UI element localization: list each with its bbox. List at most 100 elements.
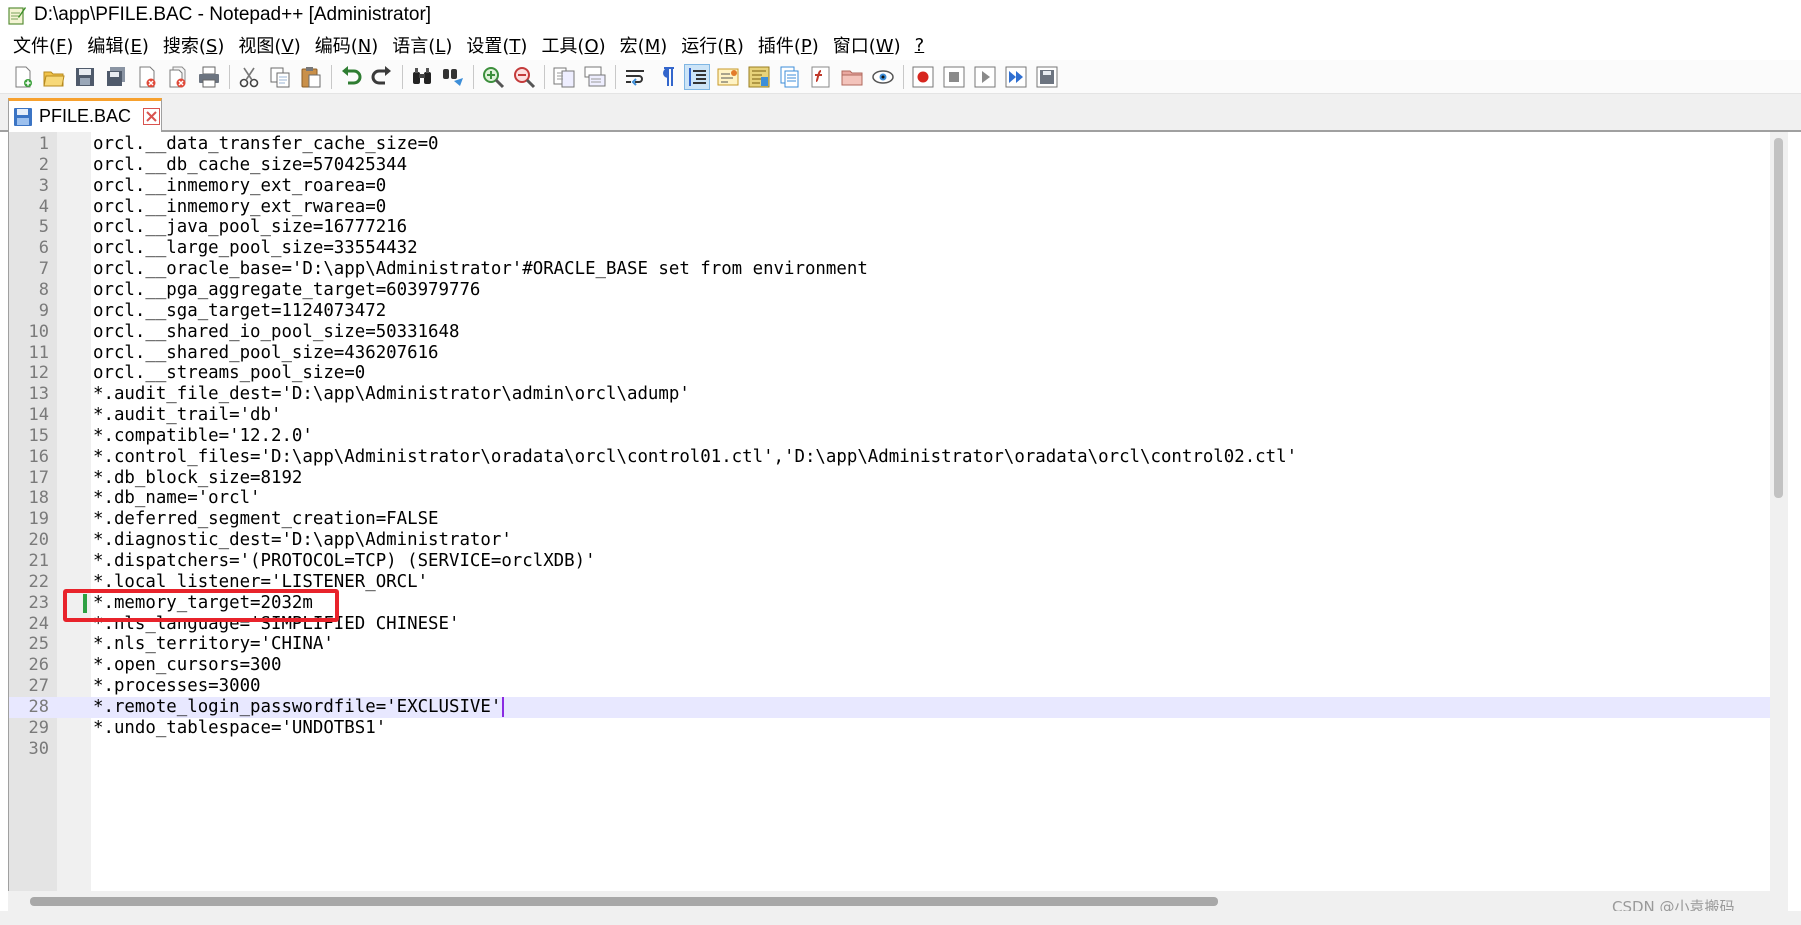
code-line-text[interactable]: *.remote_login_passwordfile='EXCLUSIVE' bbox=[93, 697, 501, 718]
menu-item-t[interactable]: 设置(T) bbox=[459, 30, 534, 60]
menu-item-s[interactable]: 搜索(S) bbox=[156, 30, 232, 60]
menu-item-v[interactable]: 视图(V) bbox=[231, 30, 307, 60]
close-all-button[interactable] bbox=[165, 64, 191, 90]
code-line[interactable]: 18 *.db_name='orcl' bbox=[9, 488, 1770, 509]
code-line[interactable]: 11 orcl.__shared_pool_size=436207616 bbox=[9, 343, 1770, 364]
menu-item-help[interactable]: ? bbox=[908, 33, 932, 58]
code-line[interactable]: 16 *.control_files='D:\app\Administrator\… bbox=[9, 447, 1770, 468]
code-line[interactable]: 14 *.audit_trail='db' bbox=[9, 405, 1770, 426]
copy-button[interactable] bbox=[267, 64, 293, 90]
save-macro-button[interactable] bbox=[1034, 64, 1060, 90]
code-line[interactable]: 7 orcl.__oracle_base='D:\app\Administrato… bbox=[9, 259, 1770, 280]
tab-pfile-bac[interactable]: PFILE.BAC bbox=[8, 98, 162, 132]
code-line-text[interactable]: *.audit_file_dest='D:\app\Administrator\… bbox=[93, 384, 690, 405]
vertical-scrollbar-thumb[interactable] bbox=[1774, 138, 1783, 498]
word-wrap-button[interactable] bbox=[622, 64, 648, 90]
code-line[interactable]: 15 *.compatible='12.2.0' bbox=[9, 426, 1770, 447]
folder-workspace-button[interactable] bbox=[839, 64, 865, 90]
horizontal-scrollbar[interactable] bbox=[8, 891, 1788, 911]
code-line-text[interactable]: *.compatible='12.2.0' bbox=[93, 426, 313, 447]
code-line-text[interactable]: orcl.__shared_pool_size=436207616 bbox=[93, 343, 439, 364]
close-button[interactable] bbox=[134, 64, 160, 90]
run-macro-multiple-button[interactable] bbox=[1003, 64, 1029, 90]
code-line[interactable]: 12 orcl.__streams_pool_size=0 bbox=[9, 363, 1770, 384]
code-line-text[interactable]: *.dispatchers='(PROTOCOL=TCP) (SERVICE=o… bbox=[93, 551, 596, 572]
menu-item-n[interactable]: 编码(N) bbox=[308, 30, 386, 60]
code-line[interactable]: 4 orcl.__inmemory_ext_rwarea=0 bbox=[9, 197, 1770, 218]
code-line-text[interactable]: orcl.__streams_pool_size=0 bbox=[93, 363, 365, 384]
code-line[interactable]: 21 *.dispatchers='(PROTOCOL=TCP) (SERVICE… bbox=[9, 551, 1770, 572]
code-line-text[interactable]: orcl.__inmemory_ext_roarea=0 bbox=[93, 176, 386, 197]
code-line[interactable]: 29 *.undo_tablespace='UNDOTBS1' bbox=[9, 718, 1770, 739]
sync-vertical-button[interactable] bbox=[551, 64, 577, 90]
code-line[interactable]: 20 *.diagnostic_dest='D:\app\Administrato… bbox=[9, 530, 1770, 551]
code-line[interactable]: 6 orcl.__large_pool_size=33554432 bbox=[9, 238, 1770, 259]
undo-button[interactable] bbox=[338, 64, 364, 90]
code-line[interactable]: 8 orcl.__pga_aggregate_target=603979776 bbox=[9, 280, 1770, 301]
code-line-text[interactable]: orcl.__pga_aggregate_target=603979776 bbox=[93, 280, 480, 301]
code-line-text[interactable]: orcl.__oracle_base='D:\app\Administrator… bbox=[93, 259, 868, 280]
menu-item-p[interactable]: 插件(P) bbox=[751, 30, 826, 60]
code-line[interactable]: 13 *.audit_file_dest='D:\app\Administrato… bbox=[9, 384, 1770, 405]
code-line[interactable]: 9 orcl.__sga_target=1124073472 bbox=[9, 301, 1770, 322]
code-line[interactable]: 10 orcl.__shared_io_pool_size=50331648 bbox=[9, 322, 1770, 343]
vertical-scrollbar[interactable] bbox=[1770, 132, 1788, 891]
code-line[interactable]: 30 bbox=[9, 739, 1770, 760]
menu-item-r[interactable]: 运行(R) bbox=[674, 30, 751, 60]
code-line-text[interactable]: *.open_cursors=300 bbox=[93, 655, 281, 676]
code-line[interactable]: 26 *.open_cursors=300 bbox=[9, 655, 1770, 676]
code-line[interactable]: 25 *.nls_territory='CHINA' bbox=[9, 634, 1770, 655]
code-line-text[interactable]: orcl.__large_pool_size=33554432 bbox=[93, 238, 418, 259]
code-line-text[interactable]: *.audit_trail='db' bbox=[93, 405, 281, 426]
code-line[interactable]: 1 orcl.__data_transfer_cache_size=0 bbox=[9, 134, 1770, 155]
code-line[interactable]: 28 *.remote_login_passwordfile='EXCLUSIVE… bbox=[9, 696, 1770, 718]
open-file-button[interactable] bbox=[41, 64, 67, 90]
code-line-text[interactable]: orcl.__db_cache_size=570425344 bbox=[93, 155, 407, 176]
menu-item-o[interactable]: 工具(O) bbox=[534, 30, 612, 60]
code-line-text[interactable]: *.db_name='orcl' bbox=[93, 488, 261, 509]
horizontal-scrollbar-thumb[interactable] bbox=[30, 897, 1218, 906]
code-line[interactable]: 17 *.db_block_size=8192 bbox=[9, 468, 1770, 489]
user-language-button[interactable] bbox=[715, 64, 741, 90]
code-line[interactable]: 3 orcl.__inmemory_ext_roarea=0 bbox=[9, 176, 1770, 197]
code-line-text[interactable]: *.processes=3000 bbox=[93, 676, 261, 697]
code-line-text[interactable]: *.diagnostic_dest='D:\app\Administrator' bbox=[93, 530, 512, 551]
zoom-out-button[interactable] bbox=[511, 64, 537, 90]
monitoring-button[interactable] bbox=[870, 64, 896, 90]
zoom-in-button[interactable] bbox=[480, 64, 506, 90]
save-button[interactable] bbox=[72, 64, 98, 90]
redo-button[interactable] bbox=[369, 64, 395, 90]
doc-list-button[interactable] bbox=[777, 64, 803, 90]
code-line-text[interactable]: orcl.__data_transfer_cache_size=0 bbox=[93, 134, 439, 155]
save-all-button[interactable] bbox=[103, 64, 129, 90]
code-line-text[interactable]: *.db_block_size=8192 bbox=[93, 468, 302, 489]
code-line-text[interactable]: orcl.__java_pool_size=16777216 bbox=[93, 217, 407, 238]
code-area[interactable]: 1 orcl.__data_transfer_cache_size=0 2 orcl.… bbox=[9, 132, 1770, 891]
code-line-text[interactable]: *.undo_tablespace='UNDOTBS1' bbox=[93, 718, 386, 739]
new-file-button[interactable] bbox=[10, 64, 36, 90]
stop-record-button[interactable] bbox=[941, 64, 967, 90]
code-line-text[interactable]: *.nls_territory='CHINA' bbox=[93, 634, 334, 655]
code-line-text[interactable]: orcl.__shared_io_pool_size=50331648 bbox=[93, 322, 459, 343]
code-line-text[interactable]: *.deferred_segment_creation=FALSE bbox=[93, 509, 439, 530]
code-line[interactable]: 19 *.deferred_segment_creation=FALSE bbox=[9, 509, 1770, 530]
cut-button[interactable] bbox=[236, 64, 262, 90]
code-line[interactable]: 27 *.processes=3000 bbox=[9, 676, 1770, 697]
editor-pane[interactable]: 1 orcl.__data_transfer_cache_size=0 2 orcl.… bbox=[8, 132, 1770, 891]
code-line-text[interactable]: *.control_files='D:\app\Administrator\or… bbox=[93, 447, 1297, 468]
indent-guide-button[interactable] bbox=[684, 63, 710, 90]
replace-button[interactable] bbox=[440, 64, 466, 90]
document-map-button[interactable] bbox=[746, 64, 772, 90]
menu-item-m[interactable]: 宏(M) bbox=[613, 30, 675, 60]
print-button[interactable] bbox=[196, 64, 222, 90]
menu-item-w[interactable]: 窗口(W) bbox=[826, 30, 908, 60]
menu-item-e[interactable]: 编辑(E) bbox=[80, 30, 155, 60]
record-macro-button[interactable] bbox=[910, 64, 936, 90]
show-all-chars-button[interactable] bbox=[653, 64, 679, 90]
menu-item-f[interactable]: 文件(F) bbox=[6, 30, 80, 60]
menu-item-l[interactable]: 语言(L) bbox=[385, 30, 459, 60]
find-button[interactable] bbox=[409, 64, 435, 90]
sync-horizontal-button[interactable] bbox=[582, 64, 608, 90]
code-line-text[interactable]: orcl.__sga_target=1124073472 bbox=[93, 301, 386, 322]
paste-button[interactable] bbox=[298, 64, 324, 90]
